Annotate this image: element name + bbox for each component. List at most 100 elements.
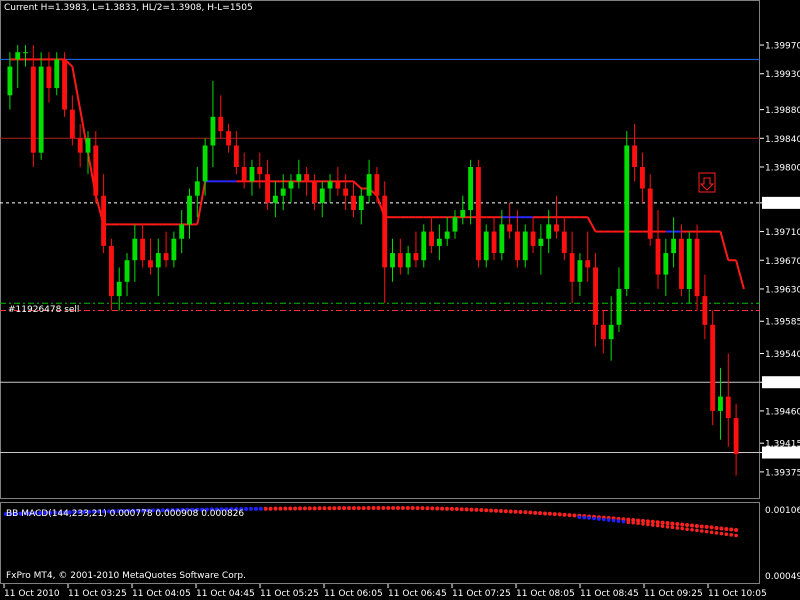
candle[interactable] (725, 353, 731, 447)
candle[interactable] (491, 217, 497, 261)
candle[interactable] (702, 274, 708, 340)
candle[interactable] (23, 45, 28, 67)
candle[interactable] (358, 188, 364, 225)
candle[interactable] (108, 238, 114, 311)
candle[interactable] (577, 253, 583, 297)
candle[interactable] (272, 181, 278, 218)
candle[interactable] (226, 123, 231, 153)
candle[interactable] (655, 210, 661, 289)
macd-dot (690, 523, 694, 528)
candle[interactable] (429, 217, 434, 254)
candle[interactable] (312, 174, 317, 211)
candle[interactable] (257, 152, 263, 189)
candle[interactable] (569, 231, 575, 304)
candle[interactable] (140, 224, 146, 268)
candle[interactable] (647, 174, 653, 246)
candle[interactable] (585, 231, 591, 282)
candle[interactable] (327, 174, 333, 203)
candle[interactable] (593, 253, 598, 347)
candle[interactable] (288, 174, 294, 203)
candle[interactable] (436, 224, 442, 261)
candles[interactable] (7, 45, 739, 476)
candle[interactable] (522, 224, 528, 268)
candle[interactable] (460, 195, 466, 225)
macd-dot (400, 506, 405, 511)
candle[interactable] (101, 174, 107, 254)
candle[interactable] (77, 123, 83, 167)
candle[interactable] (265, 159, 271, 211)
candle[interactable] (163, 231, 169, 268)
candle[interactable] (343, 174, 349, 211)
candle[interactable] (515, 210, 520, 268)
candle[interactable] (218, 95, 224, 139)
candle[interactable] (421, 224, 427, 268)
candle-body (343, 188, 349, 196)
macd-dot (474, 507, 479, 512)
candle[interactable] (718, 367, 723, 440)
candle[interactable] (351, 181, 356, 218)
candle[interactable] (390, 238, 395, 282)
candle[interactable] (233, 131, 239, 175)
candle[interactable] (296, 159, 302, 189)
candle[interactable] (179, 210, 185, 254)
candle-body (491, 231, 497, 254)
candle[interactable] (616, 267, 622, 332)
candle[interactable] (710, 310, 716, 426)
candle[interactable] (483, 224, 489, 268)
macd-signal-dot (724, 532, 729, 536)
candle[interactable] (671, 217, 677, 268)
candle[interactable] (475, 159, 481, 268)
candle[interactable] (15, 45, 21, 89)
candle[interactable] (155, 238, 161, 297)
macd-dot (381, 506, 386, 511)
candle[interactable] (7, 52, 13, 110)
candle[interactable] (69, 95, 75, 146)
candle[interactable] (187, 188, 192, 239)
candle[interactable] (171, 231, 177, 268)
candle[interactable] (93, 131, 99, 203)
candle[interactable] (397, 238, 403, 275)
candle[interactable] (624, 131, 630, 297)
candle[interactable] (249, 159, 255, 196)
candle[interactable] (452, 210, 458, 239)
candle-body (632, 145, 638, 167)
candle[interactable] (148, 238, 153, 275)
candle[interactable] (304, 167, 310, 196)
candle[interactable] (468, 159, 474, 225)
price-chart[interactable]: 1.39970 1.39930 1.39880 1.39840 1.39800 1.397… (0, 0, 800, 600)
candle[interactable] (663, 238, 669, 297)
candle[interactable] (366, 159, 372, 203)
candle[interactable] (632, 123, 638, 182)
macd-dot (386, 506, 391, 511)
candle[interactable] (30, 45, 36, 167)
candle-body (148, 260, 153, 268)
candle[interactable] (85, 131, 91, 175)
candle[interactable] (124, 253, 130, 297)
candle[interactable] (639, 152, 645, 203)
candle[interactable] (608, 296, 614, 361)
candle[interactable] (733, 403, 739, 476)
candle[interactable] (38, 52, 44, 160)
candle[interactable] (116, 267, 122, 311)
candle[interactable] (413, 231, 419, 268)
candle[interactable] (210, 80, 216, 167)
candle[interactable] (507, 202, 513, 239)
candle[interactable] (444, 217, 450, 246)
candle[interactable] (694, 224, 700, 311)
candle[interactable] (530, 217, 536, 254)
candle[interactable] (382, 181, 388, 304)
candle[interactable] (280, 174, 286, 211)
candle[interactable] (132, 224, 138, 282)
candle[interactable] (561, 217, 567, 261)
candle[interactable] (679, 224, 684, 297)
candle[interactable] (62, 52, 67, 117)
candle[interactable] (319, 181, 325, 218)
candle-body (639, 167, 645, 189)
candle[interactable] (241, 152, 247, 189)
candle[interactable] (686, 231, 692, 304)
candle[interactable] (405, 245, 411, 275)
sell-arrow-icon[interactable] (698, 172, 716, 193)
candle[interactable] (335, 167, 341, 196)
candle[interactable] (600, 310, 606, 354)
candle[interactable] (538, 224, 544, 275)
